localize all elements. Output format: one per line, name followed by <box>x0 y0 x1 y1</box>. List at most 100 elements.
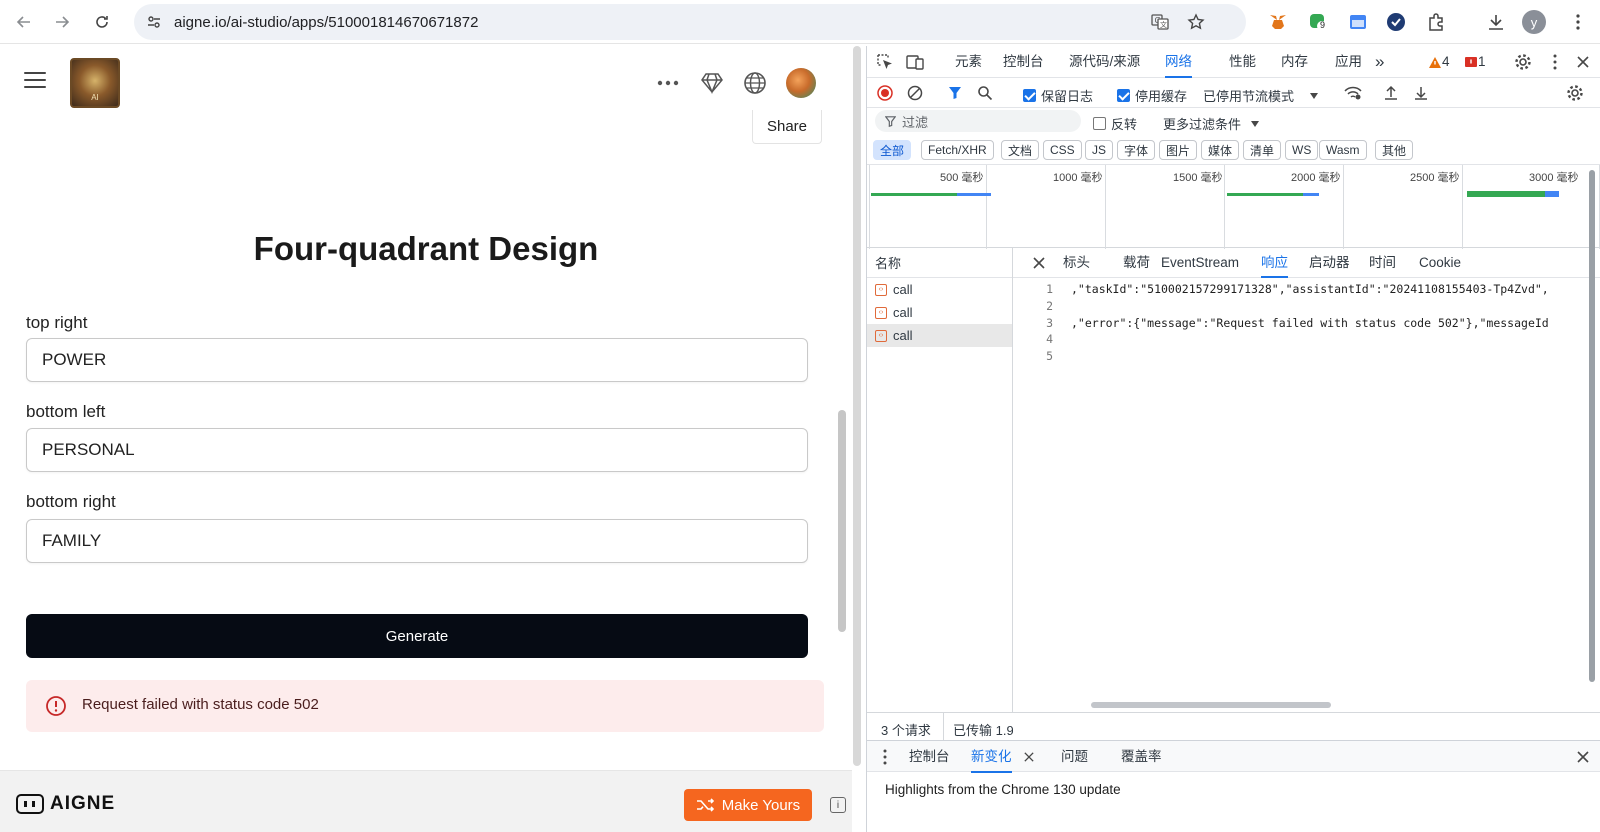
devtools-menu-icon[interactable] <box>1545 52 1565 72</box>
warnings-count[interactable]: 4 <box>1442 46 1450 78</box>
request-row[interactable]: ‹› call <box>867 301 1012 324</box>
chip-document[interactable]: 文档 <box>1001 140 1040 160</box>
network-conditions-wifi-icon[interactable] <box>1343 83 1363 103</box>
tab-response[interactable]: 响应 <box>1261 248 1288 278</box>
user-avatar[interactable] <box>786 68 816 98</box>
search-icon[interactable] <box>975 83 995 103</box>
translate-icon[interactable]: G文 <box>1150 12 1170 32</box>
drawer-tab-whats-new[interactable]: 新变化 <box>971 741 1012 773</box>
chip-font[interactable]: 字体 <box>1117 140 1156 160</box>
tab-memory[interactable]: 内存 <box>1281 46 1308 78</box>
chrome-menu-icon[interactable] <box>1566 10 1590 34</box>
address-bar[interactable]: aigne.io/ai-studio/apps/5100018146706718… <box>134 4 1246 40</box>
request-row[interactable]: ‹› call <box>867 278 1012 301</box>
chip-js[interactable]: JS <box>1085 140 1114 160</box>
drawer-tab-console[interactable]: 控制台 <box>909 741 950 773</box>
close-drawer-icon[interactable] <box>1573 747 1593 767</box>
name-column-header[interactable]: 名称 <box>867 248 1012 278</box>
filter-input[interactable]: 过滤 <box>875 110 1081 132</box>
chip-fetch-xhr[interactable]: Fetch/XHR <box>921 140 994 160</box>
code-line: 3 ,"error":{"message":"Request failed wit… <box>1013 316 1600 333</box>
disable-cache-checkbox[interactable]: 停用缓存 <box>1117 86 1187 105</box>
filter-funnel-icon[interactable] <box>945 83 965 103</box>
chip-all[interactable]: 全部 <box>873 140 912 160</box>
drawer-tab-coverage[interactable]: 覆盖率 <box>1121 741 1162 773</box>
network-timeline[interactable]: 500 毫秒 1000 毫秒 1500 毫秒 2000 毫秒 2500 毫秒 3… <box>867 164 1600 249</box>
errors-count[interactable]: 1 <box>1478 46 1486 78</box>
close-whats-new-icon[interactable] <box>1019 747 1039 767</box>
page-scrollbar[interactable] <box>853 46 861 766</box>
tab-elements[interactable]: 元素 <box>955 46 982 78</box>
downloads-icon[interactable] <box>1484 10 1508 34</box>
site-settings-icon[interactable] <box>144 12 164 32</box>
request-row[interactable]: ‹› call <box>867 324 1012 347</box>
more-tabs-button[interactable]: » <box>1375 46 1384 78</box>
chip-css[interactable]: CSS <box>1043 140 1082 160</box>
chip-media[interactable]: 媒体 <box>1201 140 1240 160</box>
preserve-log-checkbox[interactable]: 保留日志 <box>1023 86 1093 105</box>
tab-sources[interactable]: 源代码/来源 <box>1069 46 1140 78</box>
disable-cache-check-box[interactable] <box>1117 89 1130 102</box>
close-detail-icon[interactable] <box>1029 253 1049 273</box>
tab-headers[interactable]: 标头 <box>1063 248 1090 278</box>
chip-manifest[interactable]: 清单 <box>1243 140 1282 160</box>
back-arrow-icon[interactable] <box>10 8 38 36</box>
response-vertical-scrollbar[interactable] <box>1589 170 1595 682</box>
aigne-logo[interactable]: AIGNE <box>16 793 115 815</box>
tab-cookies[interactable]: Cookie <box>1419 248 1461 278</box>
tab-performance[interactable]: 性能 <box>1229 46 1256 78</box>
inspect-element-icon[interactable] <box>875 52 895 72</box>
forward-arrow-icon[interactable] <box>48 8 76 36</box>
profile-avatar[interactable]: y <box>1522 10 1546 34</box>
bookmark-star-icon[interactable] <box>1186 12 1206 32</box>
tab-payload[interactable]: 载荷 <box>1123 248 1150 278</box>
tab-eventstream[interactable]: EventStream <box>1161 248 1239 278</box>
menu-hamburger-icon[interactable] <box>24 72 46 88</box>
invert-checkbox[interactable]: 反转 <box>1093 114 1137 133</box>
window-extension-icon[interactable] <box>1346 10 1370 34</box>
tab-console[interactable]: 控制台 <box>1003 46 1044 78</box>
network-settings-gear-icon[interactable] <box>1565 83 1585 103</box>
generate-button[interactable]: Generate <box>26 614 808 658</box>
preserve-log-check-box[interactable] <box>1023 89 1036 102</box>
export-har-icon[interactable] <box>1411 83 1431 103</box>
chip-other[interactable]: 其他 <box>1375 140 1414 160</box>
info-icon[interactable]: i <box>830 797 846 813</box>
more-filters-dropdown[interactable]: 更多过滤条件 <box>1163 114 1260 133</box>
close-devtools-icon[interactable] <box>1573 52 1593 72</box>
share-button[interactable]: Share <box>752 110 822 144</box>
record-stop-icon[interactable] <box>875 83 895 103</box>
tab-application[interactable]: 应用 <box>1335 46 1362 78</box>
extension-badge-icon[interactable]: 9 <box>1306 10 1330 34</box>
metamask-extension-icon[interactable] <box>1266 10 1290 34</box>
drawer-menu-icon[interactable] <box>875 747 895 767</box>
extensions-puzzle-icon[interactable] <box>1424 10 1448 34</box>
tab-timing[interactable]: 时间 <box>1369 248 1396 278</box>
invert-check-box[interactable] <box>1093 117 1106 130</box>
check-extension-icon[interactable] <box>1384 10 1408 34</box>
make-yours-button[interactable]: Make Yours <box>684 789 812 821</box>
app-logo[interactable]: AI <box>70 58 120 108</box>
device-toolbar-icon[interactable] <box>905 52 925 72</box>
chip-ws[interactable]: WS <box>1285 140 1319 160</box>
chip-wasm[interactable]: Wasm <box>1319 140 1367 160</box>
url-text[interactable]: aigne.io/ai-studio/apps/5100018146706718… <box>174 14 478 31</box>
bottom-right-input[interactable]: FAMILY <box>26 519 808 563</box>
diamond-icon[interactable] <box>697 68 727 98</box>
tab-initiator[interactable]: 启动器 <box>1309 248 1350 278</box>
globe-icon[interactable] <box>740 68 770 98</box>
response-code-view[interactable]: 1 ,"taskId":"510002157299171328","assista… <box>1013 282 1600 366</box>
throttling-select[interactable]: 已停用节流模式 <box>1203 86 1319 105</box>
drawer-tab-issues[interactable]: 问题 <box>1061 741 1088 773</box>
tab-network[interactable]: 网络 <box>1165 46 1192 78</box>
clear-log-icon[interactable] <box>905 83 925 103</box>
chip-image[interactable]: 图片 <box>1159 140 1198 160</box>
bottom-left-input[interactable]: PERSONAL <box>26 428 808 472</box>
import-har-icon[interactable] <box>1381 83 1401 103</box>
form-scrollbar[interactable] <box>838 410 846 632</box>
reload-icon[interactable] <box>88 8 116 36</box>
response-horizontal-scrollbar[interactable] <box>1091 702 1331 708</box>
top-right-input[interactable]: POWER <box>26 338 808 382</box>
settings-gear-icon[interactable] <box>1513 52 1533 72</box>
more-options-icon[interactable] <box>653 68 683 98</box>
